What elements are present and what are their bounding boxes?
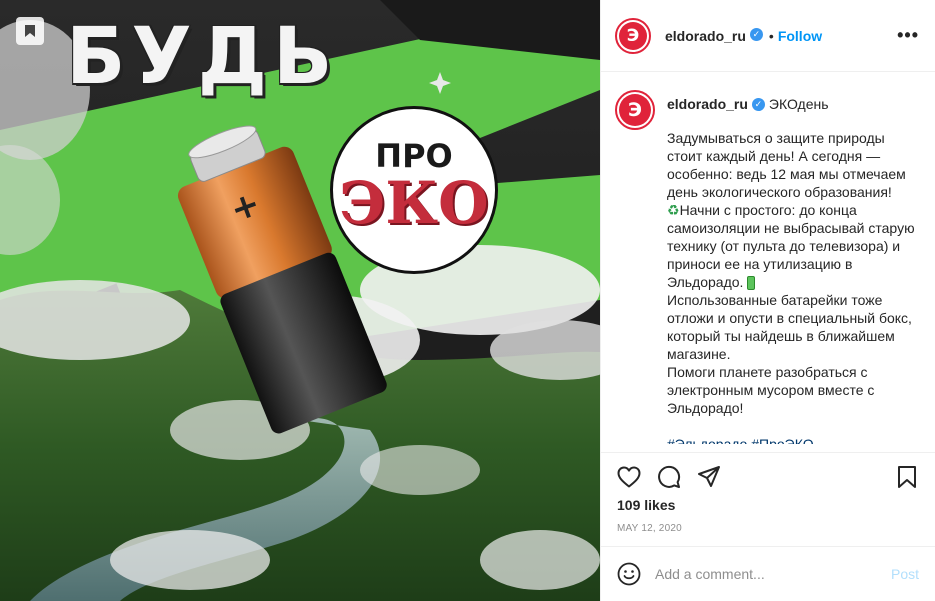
follow-button[interactable]: Follow [778, 28, 822, 44]
smiley-icon[interactable] [617, 562, 641, 586]
image-headline: БУДЬ [66, 12, 339, 102]
likes-count[interactable]: 109 likes [617, 497, 675, 513]
badge-main-text: ЭКО [339, 169, 489, 237]
caption-body: eldorado_ru ✓ ЭКОдень Задумываться о защит… [667, 96, 919, 444]
caption-row: Э eldorado_ru ✓ ЭКОдень Задумываться о защ… [615, 90, 919, 444]
heart-icon [617, 466, 641, 487]
caption-paragraph-4: Помоги планете разобраться с электронным… [667, 364, 875, 416]
comment-bar: Post [601, 546, 935, 601]
share-button[interactable] [695, 463, 723, 491]
save-image-button[interactable] [16, 17, 44, 45]
avatar[interactable]: Э [615, 17, 651, 54]
post-header: Э eldorado_ru ✓ • Follow ••• [601, 0, 935, 72]
caption-head: eldorado_ru ✓ ЭКОдень [667, 96, 919, 112]
separator-dot: • [768, 27, 774, 44]
more-options-icon[interactable]: ••• [897, 25, 919, 46]
caption-username-link[interactable]: eldorado_ru [667, 96, 748, 112]
instagram-post: БУДЬ + ПРО ЭКО Э eldorado_ru ✓ • Follow … [0, 0, 935, 601]
verified-badge-icon: ✓ [749, 28, 763, 41]
battery-icon [747, 276, 756, 291]
avatar-logo: Э [619, 21, 647, 50]
comment-button[interactable] [655, 463, 683, 491]
like-button[interactable] [615, 463, 643, 491]
post-comment-button[interactable]: Post [891, 566, 919, 582]
username-link[interactable]: eldorado_ru [665, 28, 746, 44]
badge-top-text: ПРО [375, 137, 453, 175]
post-date[interactable]: MAY 12, 2020 [617, 523, 682, 534]
recycle-icon: ♻ [667, 202, 680, 218]
bookmark-icon [898, 465, 916, 488]
hashtags-link[interactable]: #Эльдорадо #ПроЭКО [667, 435, 919, 444]
bookmark-icon [25, 25, 35, 37]
caption-title: ЭКОдень [768, 96, 829, 112]
post-image[interactable]: БУДЬ + ПРО ЭКО [0, 0, 600, 601]
caption-section: Э eldorado_ru ✓ ЭКОдень Задумываться о защ… [601, 72, 935, 452]
action-bar [601, 452, 935, 500]
post-sidebar: Э eldorado_ru ✓ • Follow ••• Э eldorado_… [600, 0, 935, 601]
caption-paragraph-3: Использованные батарейки тоже отложи и о… [667, 292, 912, 362]
save-post-button[interactable] [893, 463, 921, 491]
caption-avatar[interactable]: Э [615, 90, 655, 130]
verified-badge-icon: ✓ [751, 97, 765, 111]
caption-text: Задумываться о защите природы стоит кажд… [667, 129, 919, 417]
pro-eko-badge: ПРО ЭКО [330, 106, 498, 274]
caption-paragraph-2: Начни с простого: до конца самоизоляции … [667, 202, 915, 290]
caption-avatar-logo: Э [619, 94, 651, 126]
comment-icon [658, 465, 681, 488]
comment-input[interactable] [655, 566, 891, 582]
share-icon [698, 465, 720, 487]
caption-paragraph-1: Задумываться о защите природы стоит кажд… [667, 130, 906, 200]
